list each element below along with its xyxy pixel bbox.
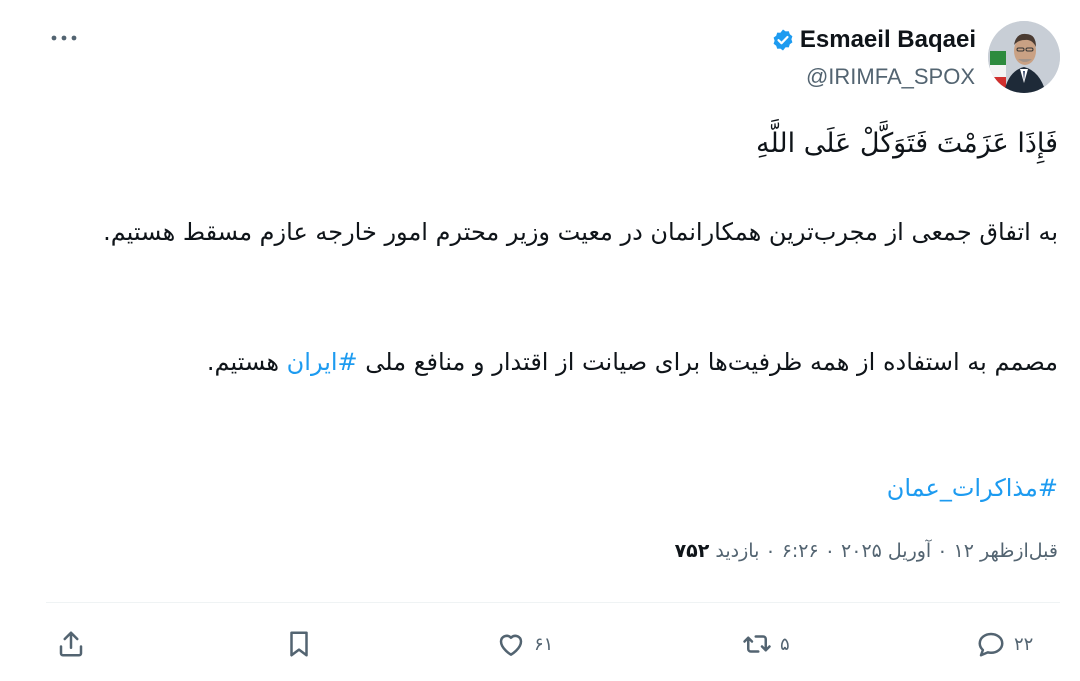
- tweet-meta: قبل‌ازظهر ۱۲ ۰ آوریل ۲۰۲۵ ۰ ۶:۲۶ ۰ بازدی…: [675, 540, 1058, 562]
- bookmark-icon: [290, 631, 308, 657]
- retweet-icon: [743, 635, 771, 653]
- retweet-button[interactable]: ۵: [742, 626, 790, 662]
- share-button[interactable]: [56, 626, 86, 662]
- share-icon: [59, 631, 83, 657]
- like-count: ۶۱: [534, 633, 554, 655]
- paragraph-2-end: هستیم.: [206, 348, 287, 376]
- reply-count: ۲۲: [1014, 633, 1034, 655]
- divider: [46, 602, 1060, 603]
- verified-badge-icon: [773, 29, 793, 51]
- author-handle[interactable]: @IRIMFA_SPOX: [806, 64, 975, 90]
- tweet-paragraph-1: به اتفاق جمعی از مجرب‌ترین همکارانمان در…: [103, 218, 1058, 246]
- like-button[interactable]: ۶۱: [496, 626, 553, 662]
- tweet-timestamp[interactable]: قبل‌ازظهر ۱۲ ۰ آوریل ۲۰۲۵ ۰ ۶:۲۶ ۰ بازدی…: [715, 540, 1058, 562]
- retweet-count: ۵: [780, 633, 790, 655]
- reply-icon: [978, 632, 1004, 657]
- author-name-row[interactable]: Esmaeil Baqaei: [771, 26, 976, 54]
- author-name[interactable]: Esmaeil Baqaei: [800, 26, 976, 54]
- tweet-verse: فَإِذَا عَزَمْتَ فَتَوَكَّلْ عَلَى اللَّ…: [756, 128, 1058, 159]
- views-count: ۷۵۲: [674, 540, 710, 562]
- heart-icon: [499, 634, 523, 656]
- reply-button[interactable]: ۲۲: [976, 626, 1033, 662]
- more-dots-icon: [51, 35, 77, 41]
- avatar[interactable]: [988, 21, 1060, 93]
- hashtag-oman-talks-link[interactable]: #مذاکرات_عمان: [887, 474, 1058, 502]
- hashtag-iran-link[interactable]: #ایران: [287, 348, 358, 376]
- hashtag-line: #مذاکرات_عمان: [887, 466, 1058, 510]
- avatar-image: [988, 21, 1060, 93]
- paragraph-2-text: مصمم به استفاده از همه ظرفیت‌ها برای صیا…: [357, 348, 1058, 376]
- tweet-paragraph-2: مصمم به استفاده از همه ظرفیت‌ها برای صیا…: [68, 340, 1058, 384]
- tweet-card: Esmaeil Baqaei @IRIMFA_SPOX فَإِذَا عَزَ…: [0, 0, 1080, 681]
- bookmark-button[interactable]: [284, 626, 314, 662]
- more-options-button[interactable]: [50, 28, 78, 48]
